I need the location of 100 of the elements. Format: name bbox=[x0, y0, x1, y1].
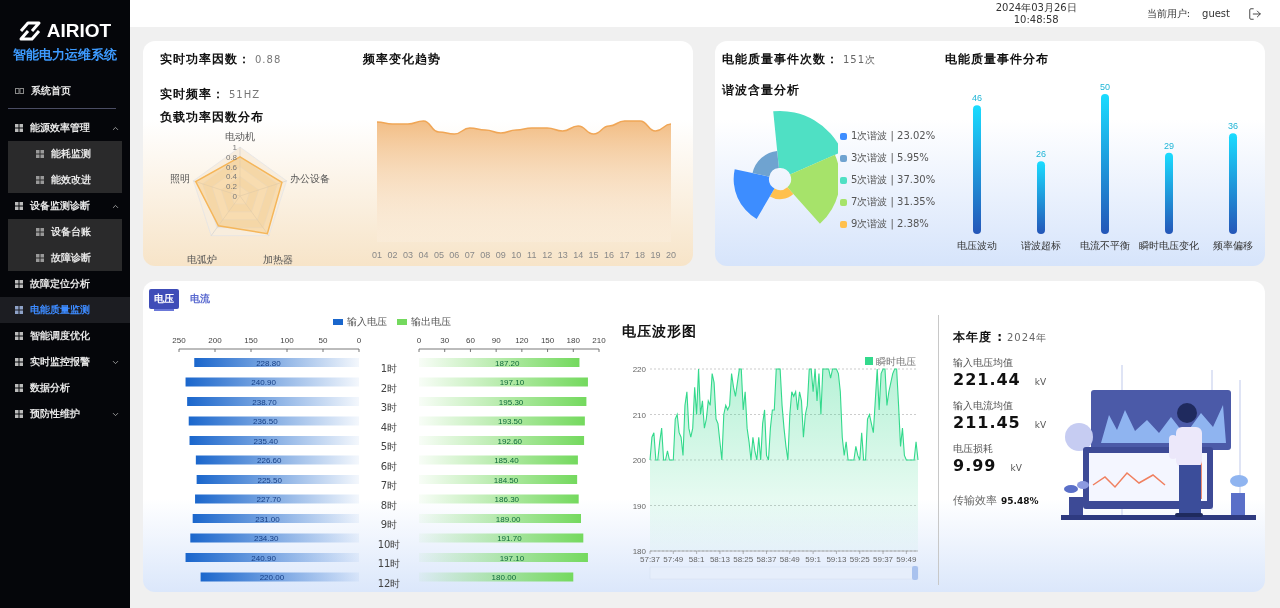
squares-icon bbox=[15, 88, 24, 94]
tick-label: 19 bbox=[650, 250, 661, 260]
value-label: 193.50 bbox=[498, 417, 523, 426]
metric-value: 221.44 bbox=[953, 370, 1021, 389]
category-label: 6时 bbox=[380, 460, 398, 472]
wave-title: 电压波形图 bbox=[622, 323, 698, 341]
grid-icon bbox=[15, 358, 23, 366]
tick-label: 08 bbox=[480, 250, 491, 260]
menu-item[interactable]: 预防性维护 bbox=[0, 401, 130, 427]
menu-item[interactable]: 能源效率管理 bbox=[0, 115, 130, 141]
menu-item[interactable]: 智能调度优化 bbox=[0, 323, 130, 349]
category-label: 10时 bbox=[377, 538, 401, 550]
category-label: 8时 bbox=[380, 499, 398, 511]
value-label: 50 bbox=[1100, 82, 1110, 92]
trend-title: 频率变化趋势 bbox=[363, 51, 442, 68]
frequency-label: 实时频率： bbox=[160, 86, 225, 103]
efficiency-label: 传输效率 bbox=[953, 493, 997, 508]
tick-label: 58:49 bbox=[779, 555, 800, 564]
tick-label: 190 bbox=[632, 501, 646, 511]
metric-unit: kV bbox=[1034, 377, 1047, 387]
tick-label: 16 bbox=[604, 250, 615, 260]
submenu-item[interactable]: 设备台账 bbox=[8, 219, 122, 245]
category-label: 11时 bbox=[377, 558, 401, 569]
submenu-item[interactable]: 能耗监测 bbox=[8, 141, 122, 167]
tick-label: 13 bbox=[557, 250, 568, 260]
value-label: 184.50 bbox=[493, 475, 519, 485]
tab[interactable]: 电压 bbox=[149, 289, 179, 309]
tick-label: 1 bbox=[232, 143, 237, 152]
value-label: 227.70 bbox=[256, 495, 282, 504]
tick-label: 12 bbox=[542, 250, 553, 260]
category-label: 4时 bbox=[380, 421, 398, 433]
metric-label: 输入电压均值 bbox=[953, 356, 1014, 370]
legend-label: 7次谐波 | 31.35% bbox=[851, 195, 936, 209]
tick-label: 15 bbox=[588, 250, 599, 260]
menu-item[interactable]: 实时监控报警 bbox=[0, 349, 130, 375]
logout-button[interactable] bbox=[1248, 6, 1262, 21]
menu-item[interactable]: 设备监测诊断 bbox=[0, 193, 130, 219]
tick-label: 30 bbox=[440, 336, 450, 345]
tick-label: 210 bbox=[592, 336, 606, 345]
menu-item[interactable]: 系统首页 bbox=[0, 78, 130, 104]
events-count-value: 151次 bbox=[843, 53, 877, 67]
category-label: 7时 bbox=[380, 480, 398, 491]
category-label: 电压波动 bbox=[957, 240, 997, 251]
date-text: 2024年03月26日 bbox=[995, 1, 1077, 14]
tick-label: 0.6 bbox=[225, 162, 237, 172]
tick-label: 57:49 bbox=[663, 555, 684, 564]
tick-label: 210 bbox=[632, 410, 646, 420]
tick-label: 11 bbox=[527, 250, 537, 260]
menu-item[interactable]: 数据分析 bbox=[0, 375, 130, 401]
legend-label: 瞬时电压 bbox=[876, 356, 916, 367]
value-label: 226.60 bbox=[257, 456, 282, 465]
slider-handle[interactable] bbox=[912, 566, 918, 580]
submenu-item[interactable]: 故障诊断 bbox=[8, 245, 122, 271]
tab[interactable]: 电流 bbox=[185, 289, 215, 309]
value-label: 238.70 bbox=[252, 397, 277, 407]
menu-item[interactable]: 电能质量监测 bbox=[0, 297, 130, 323]
value-label: 228.80 bbox=[256, 358, 281, 368]
tick-label: 59:25 bbox=[849, 555, 870, 564]
tick-label: 03 bbox=[402, 250, 413, 260]
logo-icon bbox=[18, 21, 41, 41]
tick-label: 14 bbox=[573, 250, 584, 260]
grid-icon bbox=[15, 124, 23, 132]
tick-label: 20 bbox=[666, 250, 676, 260]
tick-label: 220 bbox=[632, 365, 646, 374]
value-label: 234.30 bbox=[254, 534, 279, 543]
value-label: 192.60 bbox=[497, 436, 523, 446]
tick-label: 120 bbox=[515, 336, 529, 345]
axis-label: 照明 bbox=[170, 173, 190, 184]
tick-label: 180 bbox=[566, 336, 580, 345]
menu-item[interactable]: 故障定位分析 bbox=[0, 271, 130, 297]
user-name: guest bbox=[1202, 8, 1230, 19]
tick-label: 57:37 bbox=[640, 555, 660, 564]
tick-label: 0 bbox=[356, 336, 362, 345]
metric-value: 211.45 bbox=[953, 413, 1021, 432]
value-label: 29 bbox=[1164, 140, 1174, 151]
submenu-item[interactable]: 能效改进 bbox=[8, 167, 122, 193]
value-label: 235.40 bbox=[253, 436, 278, 446]
efficiency-value: 95.48% bbox=[1001, 496, 1039, 506]
legend-label: 5次谐波 | 37.30% bbox=[851, 173, 936, 187]
value-label: 191.70 bbox=[497, 534, 522, 543]
year-value: 2024年 bbox=[1007, 331, 1048, 345]
tick-label: 05 bbox=[433, 250, 444, 260]
category-label: 12时 bbox=[377, 577, 401, 589]
category-label: 1时 bbox=[380, 363, 398, 374]
tick-label: 0.4 bbox=[225, 172, 237, 182]
tick-label: 250 bbox=[172, 336, 186, 345]
time-text: 10:48:58 bbox=[1013, 13, 1059, 26]
tick-label: 150 bbox=[540, 336, 555, 345]
value-label: 236.50 bbox=[253, 417, 278, 426]
value-label: 46 bbox=[972, 93, 982, 104]
tick-label: 17 bbox=[619, 250, 630, 260]
value-label: 180.00 bbox=[491, 573, 517, 582]
tick-label: 10 bbox=[511, 250, 522, 260]
metric-label: 电压损耗 bbox=[953, 442, 994, 456]
axis-label: 电弧炉 bbox=[187, 254, 217, 265]
axis-label: 电动机 bbox=[225, 131, 255, 142]
tick-label: 58:25 bbox=[733, 555, 754, 564]
category-label: 频率偏移 bbox=[1213, 240, 1253, 251]
tick-label: 09 bbox=[495, 250, 506, 260]
grid-icon bbox=[36, 176, 44, 184]
